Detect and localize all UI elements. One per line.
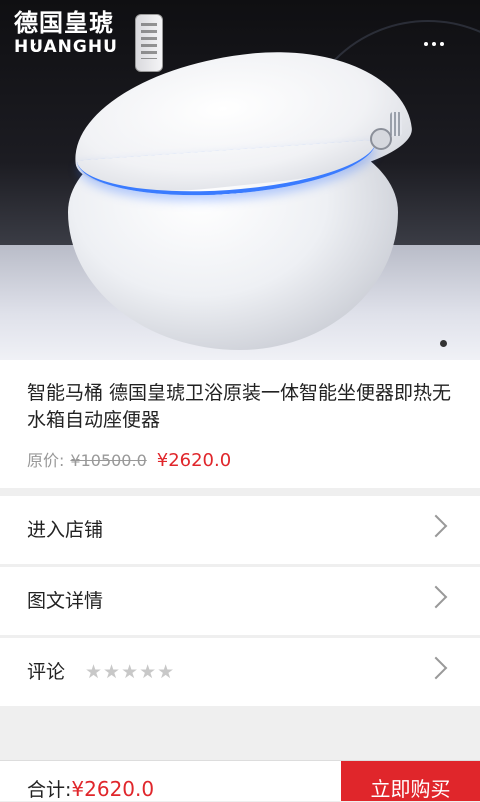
brand-logo-cn: 德国皇琥 [14,9,114,37]
star-icon: ★★★★★ [85,661,176,683]
chevron-right-icon [424,585,448,609]
enter-shop-row[interactable]: 进入店铺 [0,496,480,564]
enter-shop-label: 进入店铺 [27,519,104,541]
reviews-row[interactable]: 评论 ★★★★★ [0,638,480,706]
side-knob [370,128,392,150]
total: 合计:¥2620.0 [27,777,154,802]
side-vent [390,112,402,136]
reviews-label: 评论 [27,661,66,683]
current-price: ¥2620.0 [156,450,232,471]
original-price: ¥10500.0 [70,451,147,470]
details-label: 图文详情 [27,590,104,612]
chevron-right-icon [424,656,448,680]
remote-control-image [135,14,163,72]
more-icon[interactable] [424,38,446,50]
back-icon[interactable]: ‹ [30,36,37,57]
carousel-indicator[interactable] [440,340,447,347]
bottom-bar: 合计:¥2620.0 立即购买 [0,760,480,801]
product-info: 智能马桶 德国皇琥卫浴原装一体智能坐便器即热无水箱自动座便器 原价: ¥10500… [0,360,480,488]
chevron-right-icon [424,514,448,538]
product-image[interactable]: 德国皇琥 HUANGHU ‹ [0,0,480,360]
total-label: 合计: [27,779,72,801]
buy-now-button[interactable]: 立即购买 [341,761,480,801]
price-row: 原价: ¥10500.0 ¥2620.0 [27,450,231,472]
details-row[interactable]: 图文详情 [0,567,480,635]
original-price-label: 原价: [27,451,65,470]
product-title: 智能马桶 德国皇琥卫浴原装一体智能坐便器即热无水箱自动座便器 [27,382,452,431]
total-amount: ¥2620.0 [71,777,155,801]
